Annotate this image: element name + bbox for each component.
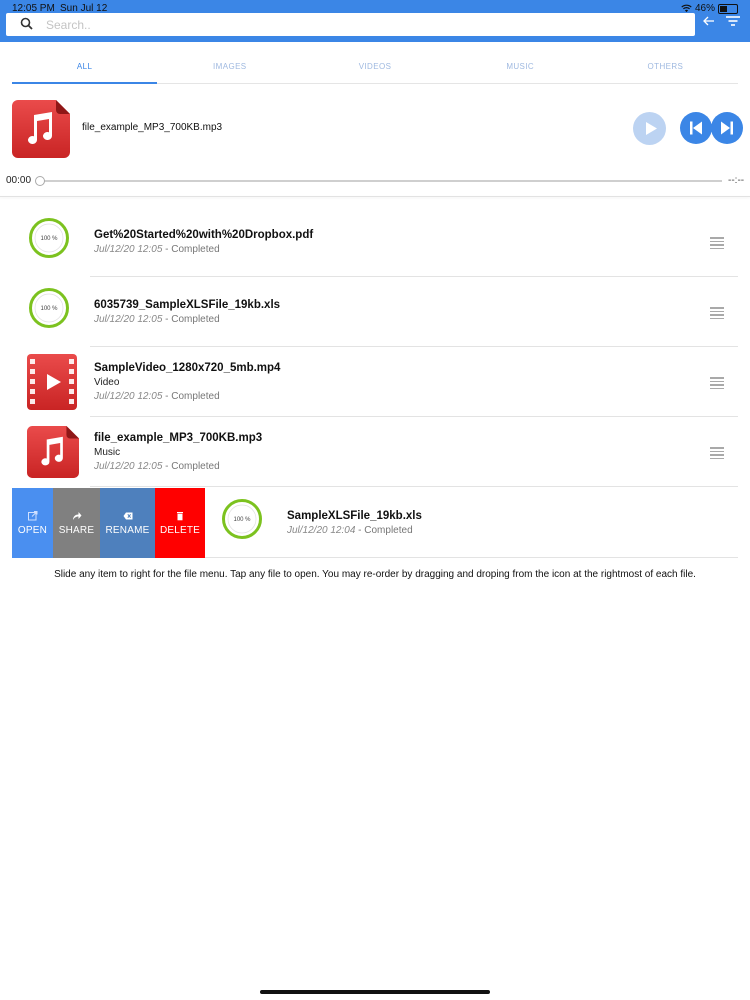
delete-label: DELETE: [159, 524, 201, 536]
play-button[interactable]: [633, 112, 666, 145]
file-date: Jul/12/20 12:04: [287, 525, 356, 536]
file-date: Jul/12/20 12:05: [94, 314, 163, 325]
search-input[interactable]: [44, 14, 648, 36]
help-text: Slide any item to right for the file men…: [54, 569, 696, 580]
category-tabs: ALL IMAGES VIDEOS MUSIC OTHERS: [12, 56, 738, 84]
tab-music[interactable]: MUSIC: [448, 56, 593, 83]
share-button[interactable]: SHARE: [53, 488, 100, 558]
drag-handle-icon[interactable]: [710, 377, 724, 389]
rename-button[interactable]: RENAME: [100, 488, 155, 558]
file-name: SampleXLSFile_19kb.xls: [287, 510, 422, 522]
drag-handle-icon[interactable]: [710, 307, 724, 319]
back-arrow-icon[interactable]: [700, 12, 718, 30]
divider: [0, 196, 750, 197]
play-icon: [646, 122, 657, 135]
share-arrow-icon: [72, 511, 81, 520]
file-meta: Jul/12/20 12:05 - Completed: [94, 314, 220, 325]
previous-button[interactable]: [680, 112, 712, 144]
seek-thumb[interactable]: [35, 176, 45, 186]
progress-ring-icon: 100 %: [29, 218, 69, 258]
file-name: 6035739_SampleXLSFile_19kb.xls: [94, 299, 281, 311]
file-date: Jul/12/20 12:05: [94, 391, 163, 402]
progress-label: 100 %: [40, 236, 58, 242]
skip-previous-icon: [690, 121, 702, 135]
file-meta: Jul/12/20 12:05 - Completed: [94, 391, 220, 402]
music-file-icon: [27, 426, 79, 478]
current-time: 00:00: [6, 175, 32, 186]
tab-videos[interactable]: VIDEOS: [302, 56, 447, 83]
drag-handle-icon[interactable]: [710, 237, 724, 249]
file-meta: Jul/12/20 12:05 - Completed: [94, 461, 220, 472]
file-row[interactable]: 100 % Get%20Started%20with%20Dropbox.pdf…: [12, 207, 738, 277]
search-box[interactable]: [6, 13, 695, 36]
filter-icon[interactable]: [724, 12, 742, 30]
delete-button[interactable]: DELETE: [155, 488, 205, 558]
row-divider: [90, 486, 738, 487]
row-divider: [205, 557, 738, 558]
video-file-icon: [27, 354, 77, 410]
music-file-icon: [12, 100, 70, 158]
skip-next-icon: [721, 121, 733, 135]
file-type: Music: [94, 447, 121, 458]
tab-others[interactable]: OTHERS: [593, 56, 738, 83]
drag-handle-icon[interactable]: [710, 447, 724, 459]
file-status: - Completed: [162, 314, 220, 325]
file-status: - Completed: [355, 525, 413, 536]
file-type: Video: [94, 377, 120, 388]
file-name: SampleVideo_1280x720_5mb.mp4: [94, 362, 281, 374]
file-meta: Jul/12/20 12:04 - Completed: [287, 525, 413, 536]
seek-bar[interactable]: [38, 180, 722, 182]
wifi-icon: [681, 4, 692, 13]
total-time: --:--: [728, 175, 745, 186]
next-button[interactable]: [711, 112, 743, 144]
file-name: file_example_MP3_700KB.mp3: [94, 432, 263, 444]
open-button[interactable]: OPEN: [12, 488, 53, 558]
file-row[interactable]: file_example_MP3_700KB.mp3 Music Jul/12/…: [12, 417, 738, 487]
backspace-icon: [123, 512, 132, 519]
trash-icon: [177, 511, 183, 520]
file-date: Jul/12/20 12:05: [94, 244, 163, 255]
file-name: Get%20Started%20with%20Dropbox.pdf: [94, 229, 314, 241]
file-date: Jul/12/20 12:05: [94, 461, 163, 472]
open-external-icon: [27, 510, 37, 520]
open-label: OPEN: [17, 524, 48, 536]
progress-ring-icon: 100 %: [29, 288, 69, 328]
progress-label: 100 %: [40, 306, 58, 312]
file-status: - Completed: [162, 244, 220, 255]
file-meta: Jul/12/20 12:05 - Completed: [94, 244, 220, 255]
progress-ring-icon: 100 %: [222, 499, 262, 539]
rename-label: RENAME: [105, 524, 150, 536]
file-row[interactable]: 100 % 6035739_SampleXLSFile_19kb.xls Jul…: [12, 277, 738, 347]
share-label: SHARE: [58, 524, 95, 536]
progress-label: 100 %: [233, 517, 251, 523]
tab-all[interactable]: ALL: [12, 56, 158, 84]
home-indicator[interactable]: [260, 990, 490, 994]
file-status: - Completed: [162, 461, 220, 472]
file-row[interactable]: SampleVideo_1280x720_5mb.mp4 Video Jul/1…: [12, 347, 738, 417]
search-icon: [20, 17, 33, 30]
tab-images[interactable]: IMAGES: [157, 56, 302, 83]
file-row[interactable]: 100 % SampleXLSFile_19kb.xls Jul/12/20 1…: [205, 488, 738, 558]
now-playing-title: file_example_MP3_700KB.mp3: [82, 122, 223, 133]
file-status: - Completed: [162, 391, 220, 402]
